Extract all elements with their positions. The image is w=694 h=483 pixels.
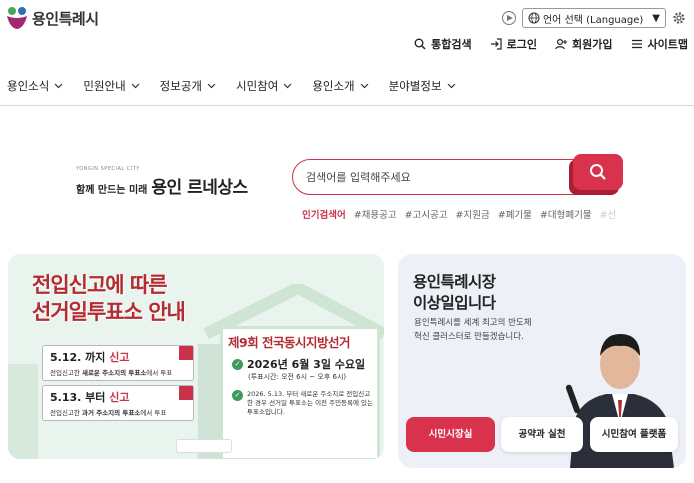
sitemap-label: 사이트맵 [647,38,688,51]
keyword-link[interactable]: #지원금 [456,207,490,221]
search-placeholder: 검색어를 입력해주세요 [306,171,411,184]
logo-icon [6,6,28,30]
mayor-title: 용인특례시장 이상일입니다 [413,272,496,314]
card-word: 신고 [109,351,130,364]
election-date-text: 2026년 6월 3일 수요일 [247,358,366,371]
nav-label: 용인소개 [312,78,355,93]
card-desc: 에서 투표 [146,369,173,377]
keyword-link[interactable]: #선 [600,207,617,221]
caret-down-icon: ▼ [652,12,660,24]
info-card-before: 5.12. 까지 신고 전입신고한 새로운 주소지의 투표소에서 투표 [42,345,194,381]
search-icon [590,164,606,180]
keyword-link[interactable]: #고시공고 [405,207,448,221]
election-banner[interactable]: 전입신고에 따른 선거일투표소 안내 제9회 전국동시지방선거 ✓ 2026년 … [8,254,384,459]
main-navigation: 용인소식 민원안내 정보공개 시민참여 용인소개 분야별정보 [0,66,694,106]
nav-label: 민원안내 [83,78,126,93]
chevron-down-icon [360,83,369,89]
card-date: 5.13. 부터 [50,391,106,404]
election-note-text: 2026. 5.13. 부터 새로운 주소지로 전입신고한 경우 선거일 투표소… [247,390,374,416]
election-date: ✓ 2026년 6월 3일 수요일 [232,356,365,372]
nav-item-about-yongin[interactable]: 용인소개 [312,78,369,94]
gear-icon[interactable] [672,11,686,25]
card-date: 5.12. 까지 [50,351,106,364]
citizen-mayor-office-button[interactable]: 시민시장실 [406,417,495,452]
play-icon[interactable] [501,11,516,25]
brand-slogan: YONGIN SPECIAL CITY 함께 만드는 미래 용인 르네상스 [76,166,248,198]
chevron-down-icon [447,83,455,89]
nav-item-participation[interactable]: 시민참여 [236,78,292,94]
globe-icon [528,12,540,24]
mayor-description: 용인특례시를 세계 최고의 반도체 혁신 클러스터로 만들겠습니다. [414,318,532,342]
keyword-link[interactable]: #폐기물 [498,207,532,221]
banner-title: 전입신고에 따른 선거일투표소 안내 [32,272,186,326]
mayor-panel: 용인특례시장 이상일입니다 용인특례시를 세계 최고의 반도체 혁신 클러스터로… [398,254,686,468]
check-icon: ✓ [232,390,243,401]
nav-label: 분야별정보 [388,78,442,93]
card-corner-tag [179,346,193,360]
election-commission-logo [176,439,232,453]
nav-item-field-info[interactable]: 분야별정보 [389,78,456,94]
login-icon [490,38,502,50]
mayor-title-line2: 이상일입니다 [413,294,496,312]
signup-label: 회원가입 [572,38,613,51]
card-desc: 전입신고한 [50,369,82,377]
check-icon: ✓ [232,358,243,370]
nav-label: 시민참여 [235,78,279,93]
keyword-link[interactable]: #채용공고 [354,207,397,221]
pledges-button[interactable]: 공약과 실천 [501,417,583,452]
brand-main-title: 용인 르네상스 [151,178,248,198]
nav-label: 용인소식 [7,78,50,93]
login-link[interactable]: 로그인 [490,36,537,52]
chevron-down-icon [207,83,216,89]
search-icon [414,38,426,50]
card-desc-bold: 새로운 주소지의 투표소 [81,369,147,377]
election-note: ✓ 2026. 5.13. 부터 새로운 주소지로 전입신고한 경우 선거일 투… [232,390,374,417]
search-button[interactable] [573,154,623,190]
card-word: 신고 [109,391,130,404]
brand-subtitle: 함께 만드는 미래 [76,185,148,196]
election-title: 제9회 전국동시지방선거 [228,335,351,350]
card-desc-bold: 과거 주소지의 투표소 [81,409,141,417]
logo-text: 용인특례시 [32,9,99,28]
banner-title-line2: 선거일투표소 안내 [32,300,186,324]
chevron-down-icon [54,83,63,89]
nav-label: 정보공개 [159,78,202,93]
popular-keywords: 인기검색어 #채용공고 #고시공고 #지원금 #폐기물 #대형폐기물 #선 [302,207,622,221]
signup-link[interactable]: 회원가입 [555,36,613,52]
nav-item-civil-service[interactable]: 민원안내 [83,78,140,94]
integrated-search-label: 통합검색 [431,38,472,51]
mayor-title-line1: 용인특례시장 [413,273,496,291]
building-illustration [8,364,38,459]
nav-item-info-disclosure[interactable]: 정보공개 [160,78,216,94]
chevron-down-icon [131,83,140,89]
brand-small-text: YONGIN SPECIAL CITY [76,166,140,172]
integrated-search-link[interactable]: 통합검색 [414,36,472,52]
sitemap-link[interactable]: 사이트맵 [631,36,688,52]
site-logo[interactable]: 용인특례시 [6,6,99,30]
info-card-after: 5.13. 부터 신고 전입신고한 과거 주소지의 투표소에서 투표 [42,385,194,421]
language-select[interactable]: 언어 선택 (Language) ▼ [521,8,666,28]
chevron-down-icon [283,83,292,89]
election-time: (투표시간: 오전 6시 ~ 오후 6시) [248,373,347,381]
keyword-link[interactable]: #대형폐기물 [540,207,592,221]
card-desc: 에서 투표 [140,409,167,417]
card-desc: 전입신고한 [50,409,82,417]
card-corner-tag [179,386,193,400]
popular-label: 인기검색어 [302,210,346,221]
search-input[interactable]: 검색어를 입력해주세요 [292,159,594,195]
menu-icon [631,39,642,49]
login-label: 로그인 [506,38,538,51]
add-user-icon [555,38,568,50]
banner-title-line1: 전입신고에 따른 [32,273,168,297]
language-label: 언어 선택 (Language) [542,14,644,26]
nav-item-yongin-news[interactable]: 용인소식 [7,78,63,94]
citizen-participation-button[interactable]: 시민참여 플랫폼 [590,417,678,452]
